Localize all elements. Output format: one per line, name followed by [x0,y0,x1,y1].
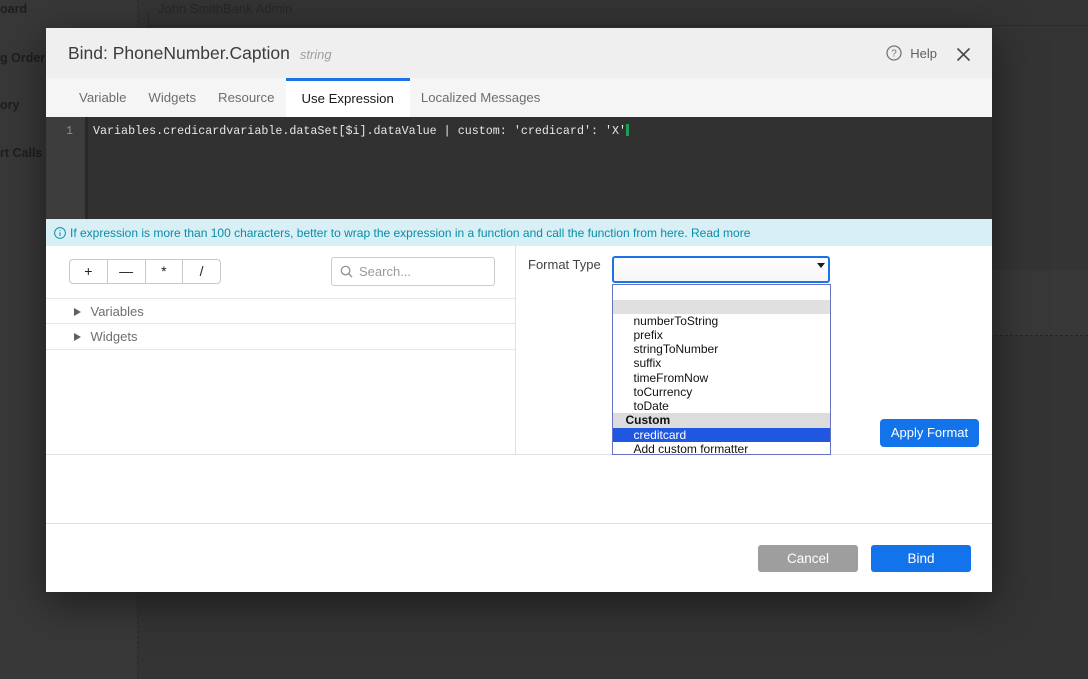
svg-text:?: ? [891,49,897,60]
